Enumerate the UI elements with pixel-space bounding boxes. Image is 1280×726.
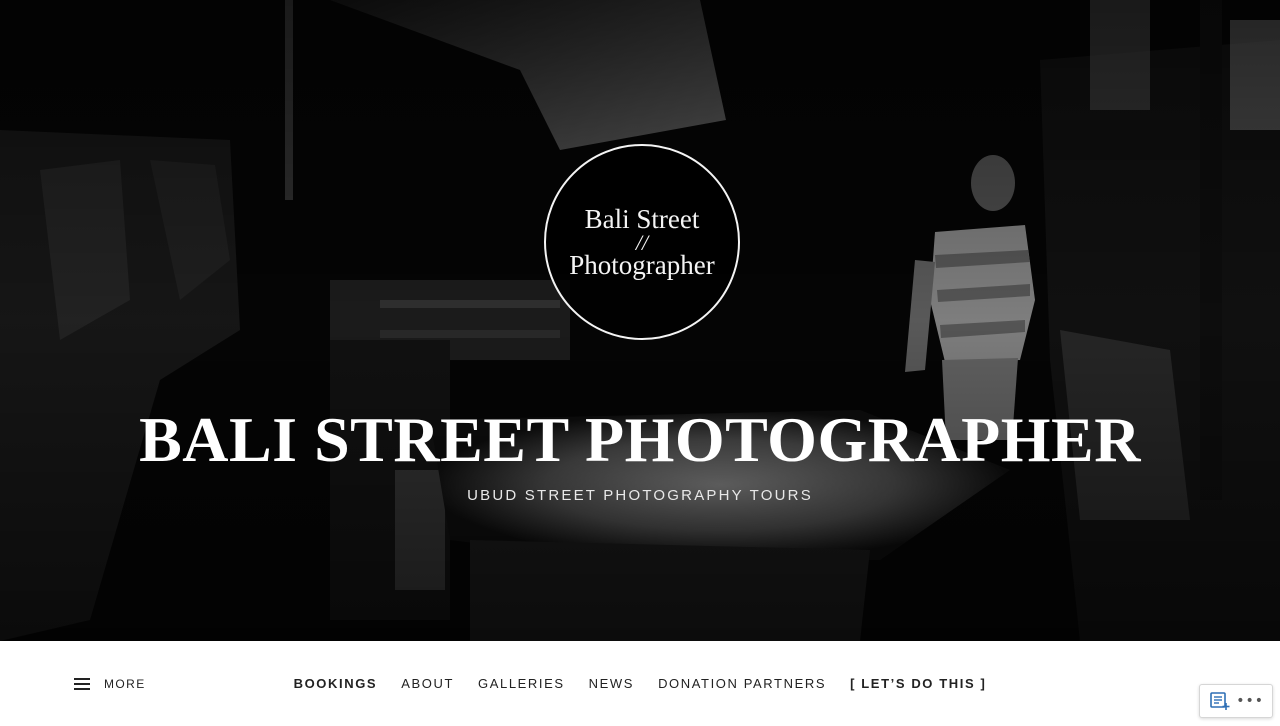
hero-header: Bali Street // Photographer BALI STREET …	[0, 0, 1280, 641]
site-tagline: UBUD STREET PHOTOGRAPHY TOURS	[467, 487, 813, 504]
nav-item-bookings[interactable]: BOOKINGS	[294, 675, 378, 693]
reader-follow-icon[interactable]	[1210, 691, 1230, 711]
nav-item-galleries[interactable]: GALLERIES	[478, 675, 565, 693]
site-logo[interactable]: Bali Street // Photographer	[544, 144, 740, 340]
site-title[interactable]: BALI STREET PHOTOGRAPHER	[0, 404, 1280, 476]
nav-item-donation-partners[interactable]: DONATION PARTNERS	[658, 675, 826, 693]
primary-menu: BOOKINGS ABOUT GALLERIES NEWS DONATION P…	[0, 675, 1280, 693]
main-navigation: MORE BOOKINGS ABOUT GALLERIES NEWS DONAT…	[0, 641, 1280, 726]
ellipsis-icon[interactable]: •••	[1236, 693, 1264, 709]
nav-item-news[interactable]: NEWS	[589, 675, 634, 693]
nav-item-about[interactable]: ABOUT	[401, 675, 454, 693]
nav-item-lets-do-this[interactable]: [ LET’S DO THIS ]	[850, 675, 986, 693]
floating-action-widget: •••	[1199, 684, 1273, 718]
logo-text-line2: Photographer	[569, 250, 715, 280]
